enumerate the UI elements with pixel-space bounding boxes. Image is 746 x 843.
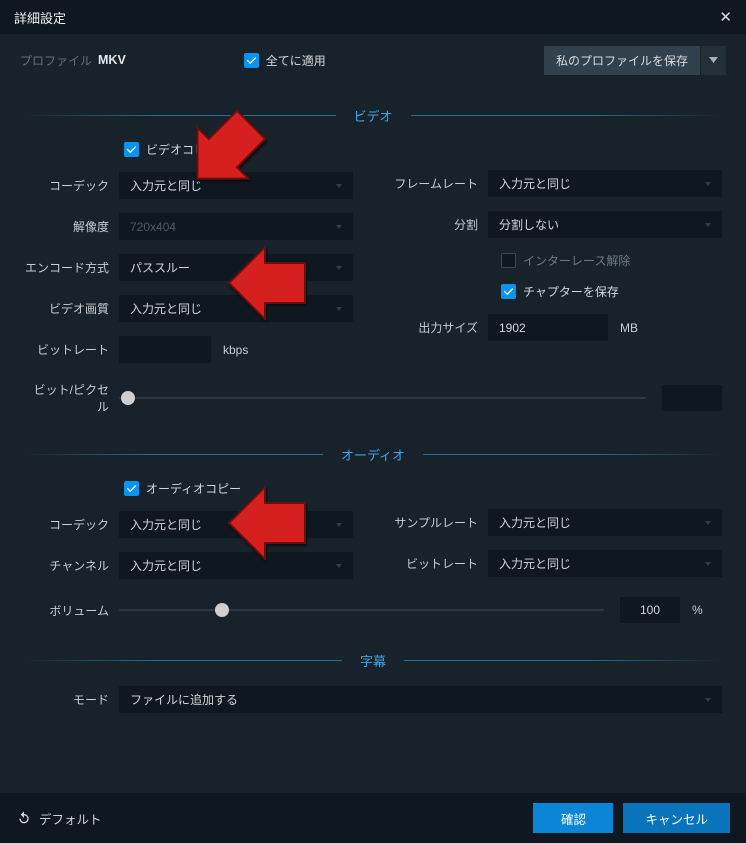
quality-label: ビデオ画質 <box>24 300 119 317</box>
save-profile-button-group: 私のプロファイルを保存 <box>544 46 726 75</box>
video-bitrate-label: ビットレート <box>24 341 119 358</box>
footer: デフォルト 確認 キャンセル <box>0 793 746 843</box>
volume-output: 100 <box>620 597 680 623</box>
channel-select[interactable]: 入力元と同じ <box>119 552 353 579</box>
chevron-down-icon <box>705 562 711 566</box>
subtitle-mode-label: モード <box>24 691 119 708</box>
channel-label: チャンネル <box>24 557 119 574</box>
chevron-down-icon <box>705 521 711 525</box>
cancel-button[interactable]: キャンセル <box>623 803 730 833</box>
section-subtitle-title: 字幕 <box>342 651 404 670</box>
apply-all-checkbox[interactable]: 全てに適用 <box>244 52 326 69</box>
default-button-label: デフォルト <box>39 809 102 828</box>
chevron-down-icon <box>336 307 342 311</box>
slider-thumb[interactable] <box>121 391 135 405</box>
audio-codec-label: コーデック <box>24 516 119 533</box>
checkbox-icon <box>124 142 139 157</box>
apply-all-label: 全てに適用 <box>266 52 326 69</box>
chevron-down-icon <box>705 182 711 186</box>
title-bar: 詳細設定 ✕ <box>0 0 746 34</box>
output-size-unit: MB <box>620 321 650 335</box>
bit-per-pixel-slider[interactable] <box>119 397 646 399</box>
volume-label: ボリューム <box>24 602 119 619</box>
audio-bitrate-select[interactable]: 入力元と同じ <box>488 550 722 577</box>
chevron-down-icon <box>336 225 342 229</box>
framerate-label: フレームレート <box>393 175 488 192</box>
encode-label: エンコード方式 <box>24 259 119 276</box>
framerate-select[interactable]: 入力元と同じ <box>488 170 722 197</box>
chevron-down-icon <box>336 184 342 188</box>
chevron-down-icon <box>336 523 342 527</box>
volume-slider[interactable] <box>119 609 604 611</box>
encode-select[interactable]: パススルー <box>119 254 353 281</box>
save-profile-dropdown[interactable] <box>700 46 726 75</box>
checkbox-icon <box>501 284 516 299</box>
top-bar: プロファイル MKV 全てに適用 私のプロファイルを保存 <box>0 42 746 78</box>
checkbox-icon <box>124 481 139 496</box>
video-bitrate-unit: kbps <box>223 343 253 357</box>
volume-row: ボリューム 100 % <box>24 597 722 623</box>
deinterlace-checkbox[interactable]: インターレース解除 <box>501 252 722 269</box>
section-video-title: ビデオ <box>336 106 411 125</box>
slider-thumb[interactable] <box>215 603 229 617</box>
save-profile-button[interactable]: 私のプロファイルを保存 <box>544 46 700 75</box>
samplerate-label: サンプルレート <box>393 514 488 531</box>
save-chapters-checkbox[interactable]: チャプターを保存 <box>501 283 722 300</box>
deinterlace-label: インターレース解除 <box>523 252 630 269</box>
bit-per-pixel-output <box>662 385 722 411</box>
samplerate-select[interactable]: 入力元と同じ <box>488 509 722 536</box>
dialog-title: 詳細設定 <box>14 8 66 27</box>
chevron-down-icon <box>705 223 711 227</box>
save-chapters-label: チャプターを保存 <box>523 283 619 300</box>
split-select[interactable]: 分割しない <box>488 211 722 238</box>
section-subtitle-header: 字幕 <box>24 651 722 670</box>
reset-icon <box>16 810 32 826</box>
output-size-input[interactable] <box>488 314 608 341</box>
close-icon[interactable]: ✕ <box>719 8 732 26</box>
section-audio-header: オーディオ <box>24 445 722 464</box>
ok-button[interactable]: 確認 <box>533 803 613 833</box>
video-copy-checkbox[interactable]: ビデオコピー <box>124 141 353 158</box>
default-button[interactable]: デフォルト <box>16 809 102 828</box>
chevron-down-icon <box>705 698 711 702</box>
subtitle-mode-select[interactable]: ファイルに追加する <box>119 686 722 713</box>
checkbox-icon <box>501 253 516 268</box>
split-label: 分割 <box>393 216 488 233</box>
quality-select[interactable]: 入力元と同じ <box>119 295 353 322</box>
audio-codec-select[interactable]: 入力元と同じ <box>119 511 353 538</box>
codec-label: コーデック <box>24 177 119 194</box>
profile-name: MKV <box>98 53 126 67</box>
resolution-label: 解像度 <box>24 218 119 235</box>
chevron-down-icon <box>336 564 342 568</box>
resolution-select[interactable]: 720x404 <box>119 213 353 240</box>
chevron-down-icon <box>336 266 342 270</box>
checkbox-icon <box>244 53 259 68</box>
video-copy-label: ビデオコピー <box>146 141 218 158</box>
bit-per-pixel-label: ビット/ピクセル <box>24 381 119 415</box>
output-size-label: 出力サイズ <box>393 319 488 336</box>
volume-unit: % <box>692 603 722 617</box>
audio-copy-label: オーディオコピー <box>146 480 241 497</box>
section-audio-title: オーディオ <box>323 445 423 464</box>
video-codec-select[interactable]: 入力元と同じ <box>119 172 353 199</box>
bit-per-pixel-row: ビット/ピクセル <box>24 381 722 415</box>
video-bitrate-input[interactable] <box>119 336 211 363</box>
audio-bitrate-label: ビットレート <box>393 555 488 572</box>
profile-label: プロファイル <box>20 52 92 69</box>
section-video-header: ビデオ <box>24 106 722 125</box>
audio-copy-checkbox[interactable]: オーディオコピー <box>124 480 353 497</box>
